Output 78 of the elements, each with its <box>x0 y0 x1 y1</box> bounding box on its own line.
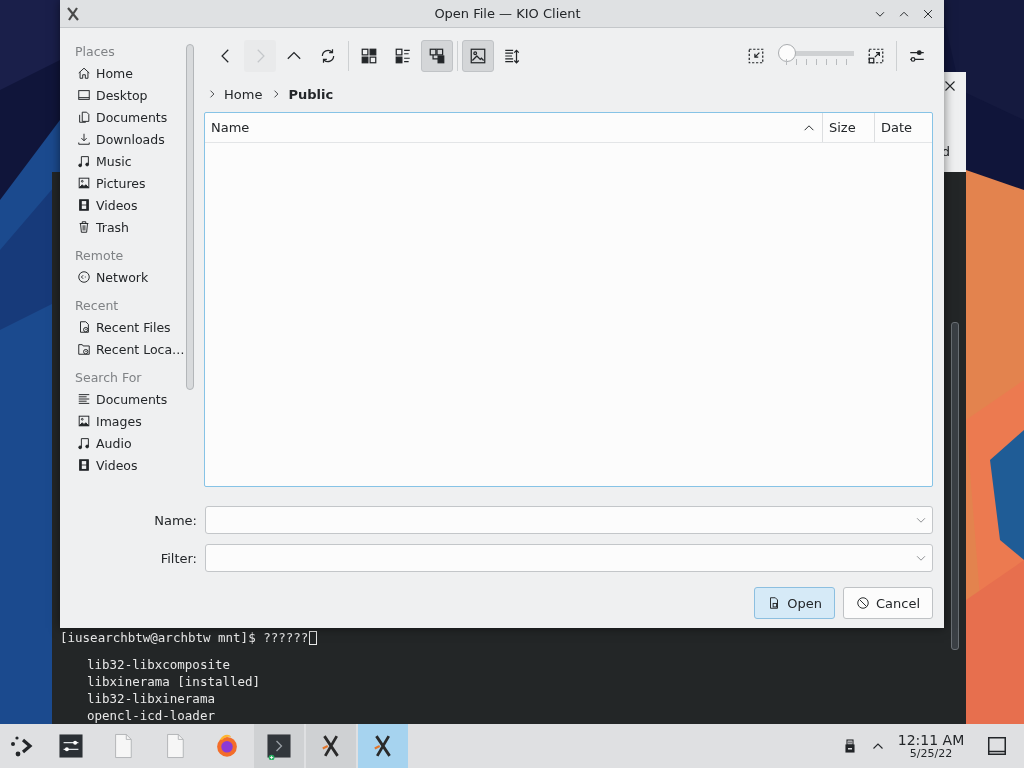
text-lines-icon <box>77 392 91 406</box>
sidebar-item[interactable]: Videos <box>75 454 183 476</box>
combo-field[interactable] <box>205 506 933 534</box>
sidebar-item[interactable]: Documents <box>75 106 183 128</box>
terminal-prompt: [iusearchbtw@archbtw mnt]$ ?????? <box>60 629 309 646</box>
sidebar-item[interactable]: Recent Files <box>75 316 183 338</box>
sidebar-item[interactable]: Music <box>75 150 183 172</box>
documents-icon <box>77 110 91 124</box>
file-list[interactable]: Name Size Date <box>204 112 933 487</box>
preview-button[interactable] <box>462 40 494 72</box>
sliders-icon <box>57 732 85 760</box>
terminal-output: libxinerama [installed] <box>87 673 261 690</box>
cancel-icon <box>855 596 870 610</box>
film-icon <box>77 198 91 212</box>
film-icon <box>77 458 91 472</box>
slider-thumb[interactable] <box>778 44 796 62</box>
breadcrumb-item[interactable]: Public <box>286 84 338 104</box>
field-label: Filter: <box>159 550 198 566</box>
text-cursor <box>309 630 318 645</box>
section-heading: Remote <box>75 247 125 265</box>
terminal-output: lib32-libxcomposite <box>87 656 230 673</box>
usb-drive-icon <box>842 738 858 754</box>
screen-icon <box>986 735 1008 757</box>
sidebar-item[interactable]: Documents <box>75 388 183 410</box>
terminal-output: opencl-icd-loader <box>87 707 215 724</box>
sort-icon <box>503 47 521 65</box>
sidebar-item[interactable]: Recent Loca… <box>75 338 183 360</box>
x-mark-icon <box>65 5 81 22</box>
monitor-icon <box>77 88 91 102</box>
sidebar-item[interactable]: Network <box>75 266 183 288</box>
breadcrumb-item[interactable]: Home <box>222 84 267 104</box>
sidebar-item[interactable]: Desktop <box>75 84 183 106</box>
music-note-icon <box>77 436 91 450</box>
sidebar-item[interactable]: Trash <box>75 216 183 238</box>
grid-icon <box>360 47 378 65</box>
recent-file-icon <box>77 320 91 334</box>
open-button[interactable]: Open <box>754 587 835 619</box>
tree-view-button[interactable] <box>421 40 453 72</box>
network-icon <box>77 270 91 284</box>
terminal-icon <box>265 732 293 760</box>
combo-field[interactable] <box>205 544 933 572</box>
field-label: Name: <box>153 512 198 528</box>
sidebar-item[interactable]: Downloads <box>75 128 183 150</box>
column-header[interactable]: Date <box>875 113 932 142</box>
expand-icon <box>867 47 885 65</box>
window-title: Open File — KIO Client <box>433 6 582 21</box>
sidebar-item[interactable]: Home <box>75 62 183 84</box>
cancel-button[interactable]: Cancel <box>842 587 933 619</box>
slider-ticks <box>786 59 850 65</box>
sidebar-item[interactable]: Videos <box>75 194 183 216</box>
scrollbar[interactable] <box>186 44 194 390</box>
download-icon <box>77 132 91 146</box>
recent-folder-icon <box>77 342 91 356</box>
list-icon <box>394 47 412 65</box>
trash-icon <box>77 220 91 234</box>
clock[interactable]: 12:11 AM 5/25/22 <box>892 724 970 768</box>
tree-view-icon <box>428 47 446 65</box>
music-note-icon <box>77 154 91 168</box>
image-icon <box>77 176 91 190</box>
sidebar-item[interactable]: Images <box>75 410 183 432</box>
taskbar-item[interactable] <box>358 724 408 768</box>
taskbar-item[interactable] <box>306 724 356 768</box>
section-heading: Search For <box>75 369 143 387</box>
sidebar-item[interactable]: Audio <box>75 432 183 454</box>
reload-icon <box>319 47 337 65</box>
scrollbar[interactable] <box>951 322 959 650</box>
column-header[interactable]: Size <box>823 113 875 142</box>
shrink-icon <box>747 47 765 65</box>
image-icon <box>469 47 487 65</box>
sidebar-item[interactable]: Pictures <box>75 172 183 194</box>
section-heading: Places <box>75 43 116 61</box>
image-icon <box>77 414 91 428</box>
home-icon <box>77 66 91 80</box>
section-heading: Recent <box>75 297 120 315</box>
column-header[interactable]: Name <box>205 113 823 142</box>
taskbar-item[interactable] <box>254 724 304 768</box>
sliders-icon <box>908 47 926 65</box>
terminal-output: lib32-libxinerama <box>87 690 215 707</box>
